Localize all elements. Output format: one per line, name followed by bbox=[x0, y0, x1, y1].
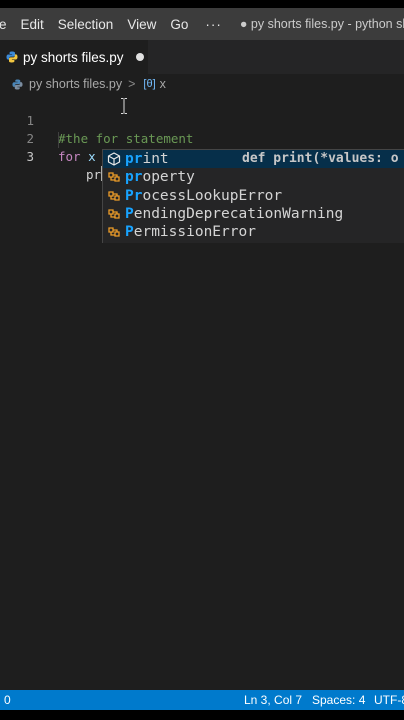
match-text: pr bbox=[125, 169, 143, 186]
class-icon bbox=[108, 209, 120, 219]
menu-go[interactable]: Go bbox=[163, 17, 195, 32]
tab-py-shorts-files[interactable]: py shorts files.py bbox=[0, 40, 148, 74]
class-icon bbox=[108, 227, 120, 237]
suggestion-detail: def print(*values: o bbox=[242, 151, 399, 166]
variable-token: x bbox=[88, 149, 96, 164]
suggestion-property[interactable]: property bbox=[103, 168, 404, 186]
suggestion-text: int bbox=[142, 151, 169, 167]
typed-text: pr bbox=[86, 167, 102, 182]
tab-label: py shorts files.py bbox=[23, 49, 124, 65]
code-line[interactable]: 2 for x in [1,2,3]: bbox=[0, 112, 404, 164]
variable-icon: [θ] bbox=[143, 78, 156, 90]
unsaved-dot-icon[interactable] bbox=[135, 53, 144, 61]
status-bar: 0 Ln 3, Col 7 Spaces: 4 UTF-8 bbox=[0, 690, 404, 710]
menu-selection[interactable]: Selection bbox=[51, 17, 121, 32]
class-icon bbox=[108, 172, 120, 182]
menu-bar: e Edit Selection View Go ··· ● py shorts… bbox=[0, 8, 404, 40]
window-title: ● py shorts files.py - python shorts bbox=[239, 17, 404, 31]
breadcrumb: py shorts files.py > [θ] x bbox=[0, 74, 404, 94]
match-text: P bbox=[125, 205, 134, 222]
top-letterbox bbox=[0, 0, 404, 8]
more-menu-icon[interactable]: ··· bbox=[195, 17, 234, 32]
suggestion-permissionerror[interactable]: PermissionError bbox=[103, 223, 404, 241]
autocomplete-suggestions[interactable]: print def print(*values: o property Proc… bbox=[102, 149, 404, 243]
suggestion-text: ermissionError bbox=[133, 224, 256, 241]
match-text: Pr bbox=[125, 187, 143, 204]
python-file-icon bbox=[6, 51, 18, 63]
method-icon bbox=[107, 152, 121, 166]
keyword-token: for bbox=[58, 149, 81, 164]
suggestion-pendingdeprecationwarning[interactable]: PendingDeprecationWarning bbox=[103, 205, 404, 223]
status-indentation[interactable]: Spaces: 4 bbox=[312, 693, 365, 707]
code-line-active[interactable]: 3 pr bbox=[0, 130, 404, 182]
status-problems-count[interactable]: 0 bbox=[4, 693, 11, 707]
breadcrumb-separator: > bbox=[128, 77, 136, 91]
suggestion-print[interactable]: print def print(*values: o bbox=[103, 150, 404, 169]
suggestion-text: operty bbox=[142, 169, 195, 186]
python-file-icon bbox=[12, 78, 23, 90]
menu-file[interactable]: e bbox=[0, 17, 14, 32]
code-line[interactable]: 1 #the for statement bbox=[0, 94, 404, 146]
suggestion-text: ocessLookupError bbox=[142, 187, 283, 204]
class-icon bbox=[108, 190, 120, 201]
suggestion-text: endingDeprecationWarning bbox=[133, 205, 344, 222]
match-text: P bbox=[125, 224, 134, 241]
suggestion-processlookuperror[interactable]: ProcessLookupError bbox=[103, 187, 404, 205]
line-number: 3 bbox=[26, 149, 34, 164]
menu-view[interactable]: View bbox=[120, 17, 163, 32]
tab-bar: py shorts files.py bbox=[0, 40, 404, 74]
menu-edit[interactable]: Edit bbox=[14, 17, 51, 32]
breadcrumb-file[interactable]: py shorts files.py bbox=[29, 77, 122, 91]
breadcrumb-symbol[interactable]: x bbox=[160, 77, 166, 91]
status-encoding[interactable]: UTF-8 bbox=[374, 693, 404, 707]
bottom-letterbox bbox=[0, 710, 404, 720]
ibeam-cursor-icon bbox=[121, 98, 127, 114]
match-text: pr bbox=[125, 151, 143, 167]
status-cursor-position[interactable]: Ln 3, Col 7 bbox=[244, 693, 302, 707]
